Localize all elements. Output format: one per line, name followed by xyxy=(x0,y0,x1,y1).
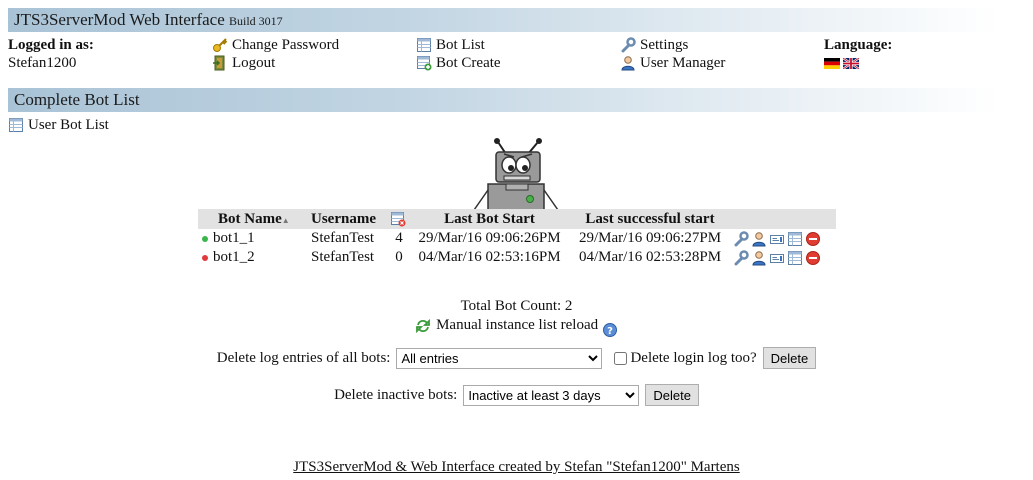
bot-settings-icon[interactable] xyxy=(733,230,749,247)
reload-row: Manual instance list reload ? xyxy=(0,317,1033,339)
delete-inactive-label: Delete inactive bots: xyxy=(334,386,458,403)
bot-users-icon[interactable] xyxy=(751,230,767,247)
bot-log-icon[interactable] xyxy=(787,230,803,247)
user-bot-list-link[interactable]: User Bot List xyxy=(8,116,109,134)
table-header-row: Bot Name▲ Username Last Bot Start Last s… xyxy=(198,209,836,229)
robot-mascot-image xyxy=(473,138,559,210)
column-header-bot-name[interactable]: Bot Name▲ xyxy=(198,209,307,229)
bot-links: Bot List Bot Create xyxy=(416,36,501,72)
table-row: bot1_1 StefanTest 4 29/Mar/16 09:06:26PM 29/… xyxy=(198,229,836,248)
manual-reload-link[interactable]: Manual instance list reload xyxy=(415,317,598,334)
bot-last-success: 29/Mar/16 09:06:27PM xyxy=(578,230,722,246)
refresh-icon xyxy=(416,318,430,333)
door-exit-icon xyxy=(213,55,225,71)
bot-create-link[interactable]: Bot Create xyxy=(416,54,501,72)
log-delete-icon xyxy=(391,212,406,227)
bot-last-start: 29/Mar/16 09:06:26PM xyxy=(418,230,561,246)
bot-users-icon[interactable] xyxy=(751,249,767,266)
wrench-icon xyxy=(621,37,636,53)
german-flag-icon[interactable] xyxy=(824,58,840,70)
bot-name-cell: bot1_2 xyxy=(198,248,307,267)
column-header-username[interactable]: Username xyxy=(307,209,390,229)
bot-console-icon[interactable] xyxy=(769,249,785,266)
bot-list-link[interactable]: Bot List xyxy=(416,36,501,54)
uk-flag-icon[interactable] xyxy=(843,58,859,70)
section-title-bar: Complete Bot List xyxy=(8,88,1000,112)
table-row: bot1_2 StefanTest 0 04/Mar/16 02:53:16PM 04/… xyxy=(198,248,836,267)
bot-settings-icon[interactable] xyxy=(733,249,749,266)
app-title-bar: JTS3ServerMod Web Interface Build 3017 xyxy=(8,8,1000,32)
bot-console-icon[interactable] xyxy=(769,230,785,247)
bot-name[interactable]: bot1_2 xyxy=(213,249,255,265)
sort-asc-icon: ▲ xyxy=(281,215,290,225)
footer-credits-link[interactable]: JTS3ServerMod & Web Interface created by… xyxy=(293,459,739,475)
login-info: Logged in as: Stefan1200 xyxy=(8,36,94,72)
bot-username: StefanTest xyxy=(311,249,375,265)
user-icon xyxy=(621,56,635,71)
column-header-actions xyxy=(729,209,836,229)
admin-links: Settings User Manager xyxy=(620,36,725,72)
delete-log-row: Delete log entries of all bots: All entr… xyxy=(0,347,1033,369)
svg-text:?: ? xyxy=(607,326,613,337)
column-header-log-count[interactable] xyxy=(390,209,408,229)
account-links: Change Password Logout xyxy=(212,36,339,72)
bot-last-start: 04/Mar/16 02:53:16PM xyxy=(418,249,561,265)
column-header-last-success[interactable]: Last successful start xyxy=(571,209,729,229)
status-dot-icon xyxy=(202,254,208,261)
language-selector: Language: xyxy=(824,36,892,72)
bot-log-count: 4 xyxy=(395,230,403,246)
bot-last-success: 04/Mar/16 02:53:28PM xyxy=(578,249,722,265)
delete-inactive-select[interactable]: Inactive at least 3 days xyxy=(463,384,640,406)
bot-log-icon[interactable] xyxy=(787,249,803,266)
bot-name-cell: bot1_1 xyxy=(198,229,307,248)
delete-login-log-checkbox[interactable] xyxy=(614,351,628,365)
user-manager-link[interactable]: User Manager xyxy=(620,54,725,72)
logged-in-username: Stefan1200 xyxy=(8,55,77,71)
build-label: Build 3017 xyxy=(229,14,283,28)
list-table-icon xyxy=(9,118,23,132)
column-header-last-start[interactable]: Last Bot Start xyxy=(408,209,571,229)
bot-username: StefanTest xyxy=(311,230,375,246)
change-password-link[interactable]: Change Password xyxy=(212,36,339,54)
footer: JTS3ServerMod & Web Interface created by… xyxy=(0,459,1033,476)
delete-log-button[interactable]: Delete xyxy=(762,347,817,369)
delete-log-label: Delete log entries of all bots: xyxy=(216,349,391,366)
delete-login-log-label: Delete login log too? xyxy=(630,349,757,366)
delete-log-select[interactable]: All entries xyxy=(396,347,603,369)
language-label: Language: xyxy=(824,37,893,53)
bot-log-count: 0 xyxy=(395,249,403,265)
key-icon xyxy=(213,38,228,52)
bot-delete-icon[interactable] xyxy=(805,230,821,247)
delete-inactive-row: Delete inactive bots: Inactive at least … xyxy=(0,384,1033,406)
total-bot-count: Total Bot Count: 2 xyxy=(460,298,573,314)
bot-delete-icon[interactable] xyxy=(805,249,821,266)
delete-inactive-button[interactable]: Delete xyxy=(645,384,699,406)
help-icon[interactable]: ? xyxy=(602,322,618,338)
bot-table: Bot Name▲ Username Last Bot Start Last s… xyxy=(198,209,836,267)
logged-in-label: Logged in as: xyxy=(8,37,94,53)
bot-name[interactable]: bot1_1 xyxy=(213,230,255,246)
section-title: Complete Bot List xyxy=(14,90,140,109)
table-add-icon xyxy=(417,56,432,71)
bot-actions xyxy=(729,248,836,267)
settings-link[interactable]: Settings xyxy=(620,36,725,54)
app-title: JTS3ServerMod Web Interface xyxy=(14,10,225,29)
bot-actions xyxy=(729,229,836,248)
logout-link[interactable]: Logout xyxy=(212,54,339,72)
status-dot-icon xyxy=(202,235,208,242)
list-table-icon xyxy=(417,38,431,52)
